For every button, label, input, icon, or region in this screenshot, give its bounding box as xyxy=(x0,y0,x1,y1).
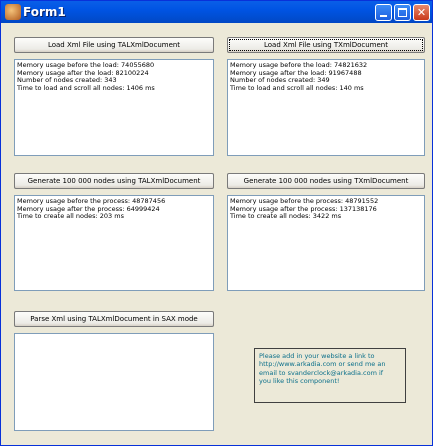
note-line: email to svanderclock@arkadia.com if xyxy=(259,368,384,377)
load-txmldocument-memo[interactable]: Memory usage before the load: 74821632 M… xyxy=(227,59,425,156)
arkadia-note: Please add in your website a link to htt… xyxy=(254,348,406,403)
generate-talxmldocument-memo[interactable]: Memory usage before the process: 4878745… xyxy=(14,195,214,291)
memo-line: Time to load and scroll all nodes: 1406 … xyxy=(17,83,155,92)
generate-txmldocument-memo[interactable]: Memory usage before the process: 4879155… xyxy=(227,195,425,291)
sax-output-memo[interactable] xyxy=(14,333,214,431)
close-icon: ✕ xyxy=(416,6,427,19)
generate-nodes-txmldocument-button[interactable]: Generate 100 000 nodes using TXmlDocumen… xyxy=(227,173,425,189)
close-button[interactable]: ✕ xyxy=(413,4,430,21)
maximize-icon xyxy=(398,8,407,17)
load-xml-txmldocument-button[interactable]: Load Xml File using TXmlDocument xyxy=(227,37,425,53)
load-xml-talxmldocument-button[interactable]: Load Xml File using TALXmlDocument xyxy=(14,37,214,53)
parse-sax-button[interactable]: Parse Xml using TALXmlDocument in SAX mo… xyxy=(14,311,214,327)
app-icon[interactable] xyxy=(5,4,21,20)
memo-line: Time to load and scroll all nodes: 140 m… xyxy=(230,83,364,92)
note-line: http://www.arkadia.com or send me an xyxy=(259,360,386,369)
generate-nodes-talxmldocument-button[interactable]: Generate 100 000 nodes using TALXmlDocum… xyxy=(14,173,214,189)
form1-window: Form1 ✕ Load Xml File using TALXmlDocume… xyxy=(0,0,433,446)
load-talxmldocument-memo[interactable]: Memory usage before the load: 74055680 M… xyxy=(14,59,214,156)
minimize-button[interactable] xyxy=(375,4,392,21)
title-bar[interactable]: Form1 ✕ xyxy=(1,1,432,23)
minimize-icon xyxy=(380,15,387,17)
memo-line: Time to create all nodes: 203 ms xyxy=(17,212,124,220)
window-title: Form1 xyxy=(23,5,66,19)
note-line: Please add in your website a link to xyxy=(259,352,375,360)
maximize-button[interactable] xyxy=(394,4,411,21)
memo-line: Time to create all nodes: 3422 ms xyxy=(230,212,342,220)
note-line: you like this component! xyxy=(259,376,340,385)
